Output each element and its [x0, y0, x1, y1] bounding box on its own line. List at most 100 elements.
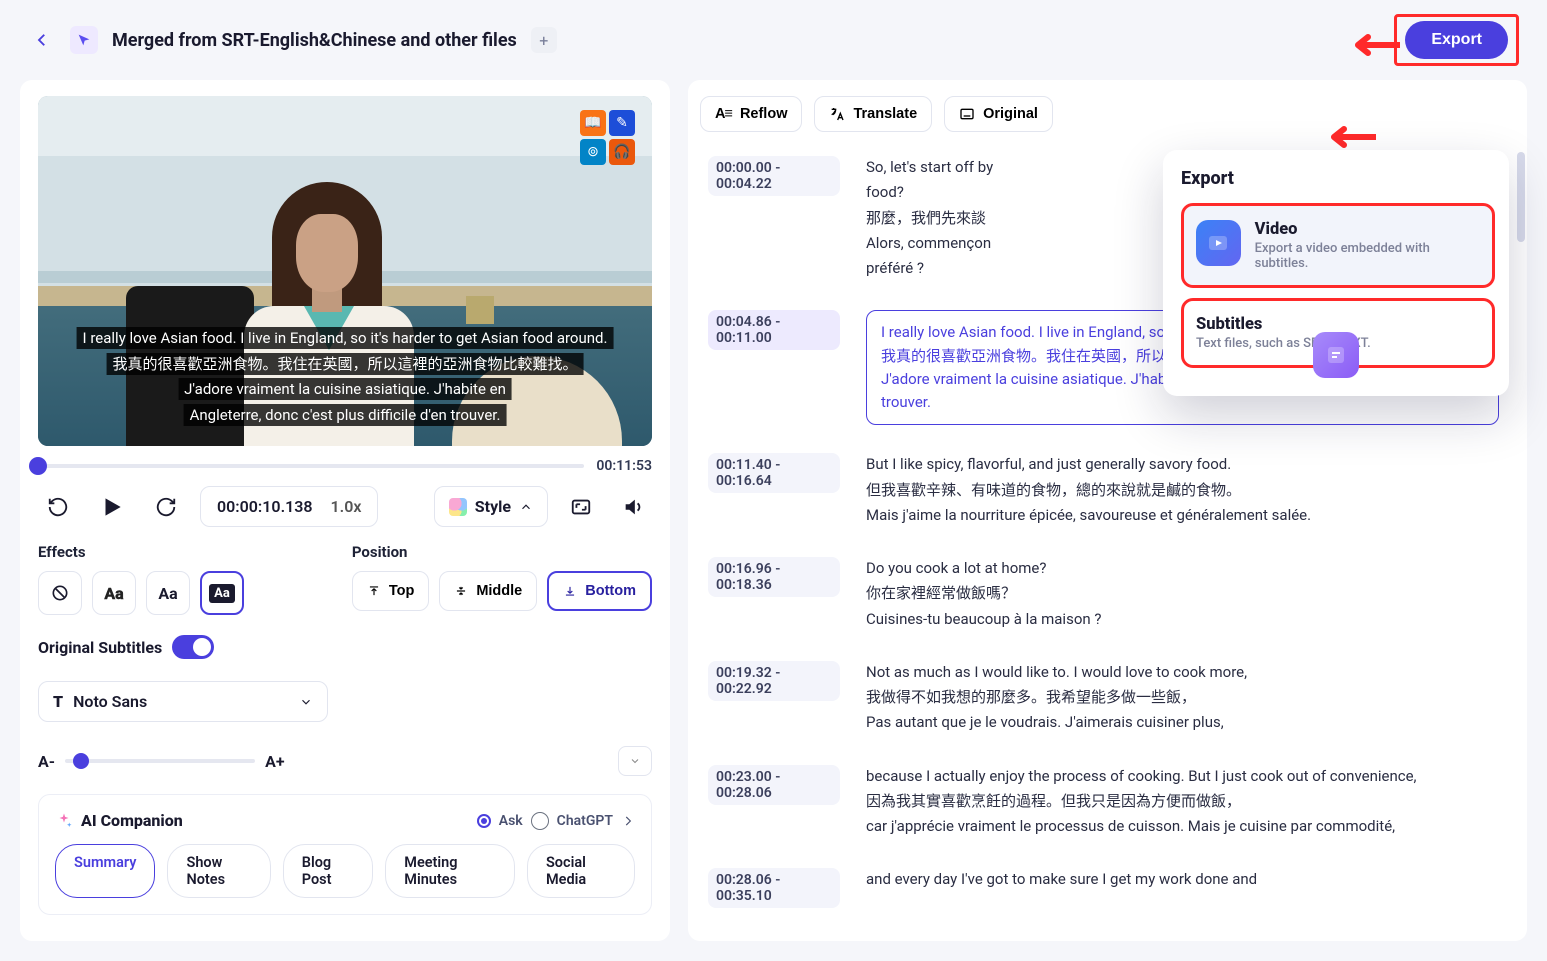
subtitles-export-icon — [1313, 332, 1359, 378]
subtitle-line-fr: J'adore vraiment la cuisine asiatique. J… — [178, 378, 512, 400]
transcript-line: 因為我其實喜歡烹飪的過程。但我只是因為方便而做飯， — [866, 790, 1499, 813]
ai-chip-blog-post[interactable]: Blog Post — [283, 844, 374, 898]
badge-icon: 🎧 — [609, 139, 635, 165]
font-size-row: A- A+ — [38, 746, 652, 776]
position-title: Position — [352, 543, 652, 561]
ai-chip-summary[interactable]: Summary — [55, 844, 155, 898]
header-bar: Merged from SRT-English&Chinese and othe… — [0, 0, 1547, 80]
video-preview[interactable]: 📖 ✎ ⊚ 🎧 I really love Asian food. I live… — [38, 96, 652, 446]
badge-icon: ⊚ — [580, 139, 606, 165]
transcript-row[interactable]: 00:23.00 - 00:28.06 because I actually en… — [700, 751, 1507, 855]
transcript-timestamp[interactable]: 00:16.96 - 00:18.36 — [708, 557, 840, 597]
badge-icon: 📖 — [580, 110, 606, 136]
effect-plain[interactable]: Aa — [146, 571, 190, 615]
export-option-subtitles[interactable]: Subtitles Text files, such as SRT or TXT… — [1181, 298, 1495, 368]
transcript-timestamp[interactable]: 00:28.06 - 00:35.10 — [708, 868, 840, 908]
export-popover: Export Video Export a video embedded wit… — [1163, 150, 1509, 396]
scrollbar[interactable] — [1515, 140, 1525, 915]
position-section: Position Top Middle Bottom — [352, 543, 652, 615]
transcript-line: 我做得不如我想的那麼多。我希望能多做一些飯， — [866, 686, 1499, 709]
transcript-row[interactable]: 00:11.40 - 00:16.64 But I like spicy, fla… — [700, 439, 1507, 543]
playback-controls: 00:00:10.138 1.0x Style — [38, 486, 652, 527]
playback-speed[interactable]: 1.0x — [331, 497, 362, 516]
right-panel: A≡Reflow Translate Original 00:00.00 - 0… — [688, 80, 1527, 941]
effect-none[interactable] — [38, 571, 82, 615]
transcript-timestamp[interactable]: 00:04.86 - 00:11.00 — [708, 310, 840, 350]
font-size-slider[interactable] — [65, 759, 255, 763]
chatgpt-icon — [531, 812, 549, 830]
transcript-text[interactable]: Not as much as I would like to. I would … — [866, 661, 1499, 737]
transcript-timestamp[interactable]: 00:00.00 - 00:04.22 — [708, 156, 840, 196]
export-video-title: Video — [1255, 220, 1480, 239]
chevron-right-icon — [621, 814, 635, 828]
ai-companion-panel: AI Companion Ask ChatGPT SummaryShow Not… — [38, 794, 652, 915]
original-subtitles-toggle[interactable] — [172, 635, 214, 659]
ai-provider-label: ChatGPT — [557, 813, 613, 829]
ai-chip-row: SummaryShow NotesBlog PostMeeting Minute… — [55, 844, 635, 898]
export-video-desc: Export a video embedded with subtitles. — [1255, 241, 1480, 271]
subtitle-line-zh: 我真的很喜歡亞洲食物。我住在英國，所以這裡的亞洲食物比較難找。 — [106, 353, 583, 375]
transcript-toolbar: A≡Reflow Translate Original — [700, 92, 1511, 142]
add-file-button[interactable]: + — [531, 27, 557, 53]
timecode-box[interactable]: 00:00:10.138 1.0x — [200, 486, 378, 527]
main-area: 📖 ✎ ⊚ 🎧 I really love Asian food. I live… — [0, 80, 1547, 961]
style-sections: Effects Aa Aa Aa Position Top Middle Bot… — [38, 543, 652, 615]
font-size-preset-dropdown[interactable] — [618, 746, 652, 776]
transcript-timestamp[interactable]: 00:11.40 - 00:16.64 — [708, 453, 840, 493]
transcript-line: and every day I've got to make sure I ge… — [866, 868, 1499, 891]
ai-chip-show-notes[interactable]: Show Notes — [167, 844, 270, 898]
ai-chip-social-media[interactable]: Social Media — [527, 844, 635, 898]
fullscreen-button[interactable] — [562, 488, 600, 526]
position-middle[interactable]: Middle — [439, 571, 537, 611]
transcript-timestamp[interactable]: 00:19.32 - 00:22.92 — [708, 661, 840, 701]
export-option-video[interactable]: Video Export a video embedded with subti… — [1181, 203, 1495, 288]
rewind-button[interactable] — [38, 487, 78, 527]
ai-chip-meeting-minutes[interactable]: Meeting Minutes — [385, 844, 515, 898]
progress-row: 00:11:53 — [38, 458, 652, 474]
transcript-line: Mais j'aime la nourriture épicée, savour… — [866, 504, 1499, 527]
back-button[interactable] — [28, 26, 56, 54]
transcript-line: 你在家裡經常做飯嗎？ — [866, 582, 1499, 605]
translate-button[interactable]: Translate — [814, 96, 932, 132]
burned-subtitles: I really love Asian food. I live in Engl… — [63, 326, 628, 428]
timecode-value: 00:00:10.138 — [217, 497, 313, 516]
effects-title: Effects — [38, 543, 292, 561]
video-badge-group: 📖 ✎ ⊚ 🎧 — [580, 110, 638, 165]
transcript-timestamp[interactable]: 00:23.00 - 00:28.06 — [708, 765, 840, 805]
volume-button[interactable] — [614, 488, 652, 526]
page-title: Merged from SRT-English&Chinese and othe… — [112, 30, 517, 51]
transcript-text[interactable]: But I like spicy, flavorful, and just ge… — [866, 453, 1499, 529]
reflow-button[interactable]: A≡Reflow — [700, 96, 802, 132]
ai-ask-row[interactable]: Ask ChatGPT — [477, 812, 635, 830]
font-increase[interactable]: A+ — [265, 752, 284, 771]
transcript-line: Pas autant que je le voudrais. J'aimerai… — [866, 711, 1499, 734]
forward-button[interactable] — [146, 487, 186, 527]
video-duration: 00:11:53 — [596, 458, 652, 474]
font-decrease[interactable]: A- — [38, 752, 55, 771]
font-dropdown[interactable]: TNoto Sans — [38, 681, 328, 722]
position-top[interactable]: Top — [352, 571, 430, 611]
style-dropdown[interactable]: Style — [434, 486, 548, 527]
transcript-text[interactable]: because I actually enjoy the process of … — [866, 765, 1499, 841]
sparkle-icon — [55, 812, 73, 830]
transcript-line: Do you cook a lot at home? — [866, 557, 1499, 580]
transcript-text[interactable]: and every day I've got to make sure I ge… — [866, 868, 1499, 893]
transcript-text[interactable]: Do you cook a lot at home?你在家裡經常做飯嗎？Cuis… — [866, 557, 1499, 633]
play-button[interactable] — [92, 487, 132, 527]
transcript-line: Not as much as I would like to. I would … — [866, 661, 1499, 684]
position-bottom[interactable]: Bottom — [547, 571, 652, 611]
effects-section: Effects Aa Aa Aa — [38, 543, 292, 615]
original-subtitles-label: Original Subtitles — [38, 638, 162, 657]
original-button[interactable]: Original — [944, 96, 1053, 132]
effect-boxed[interactable]: Aa — [200, 571, 244, 615]
effect-outline[interactable]: Aa — [92, 571, 136, 615]
subtitle-line-en: I really love Asian food. I live in Engl… — [77, 327, 614, 349]
radio-selected-icon — [477, 814, 491, 828]
ai-companion-title: AI Companion — [55, 811, 183, 830]
transcript-row[interactable]: 00:19.32 - 00:22.92 Not as much as I woul… — [700, 647, 1507, 751]
video-scrubber[interactable] — [38, 464, 584, 468]
transcript-row[interactable]: 00:16.96 - 00:18.36 Do you cook a lot at … — [700, 543, 1507, 647]
original-subtitles-row: Original Subtitles — [38, 635, 652, 659]
export-button[interactable]: Export — [1405, 21, 1508, 59]
transcript-row[interactable]: 00:28.06 - 00:35.10 and every day I've go… — [700, 854, 1507, 922]
